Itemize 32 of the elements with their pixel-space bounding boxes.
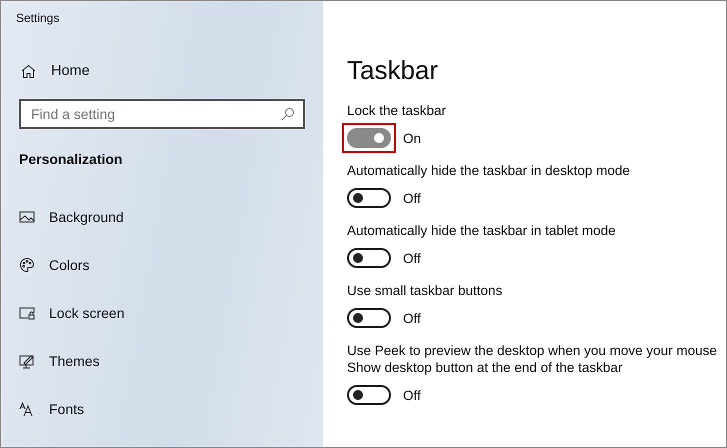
toggle-switch[interactable]: [347, 188, 391, 208]
palette-icon: [19, 257, 35, 273]
setting-label: Use Peek to preview the desktop when you move your mouse: [347, 342, 718, 359]
nav-item[interactable]: Colors: [1, 241, 323, 289]
themes-icon: [19, 353, 35, 369]
setting-label: Automatically hide the taskbar in tablet mode: [347, 222, 617, 239]
page-title: Taskbar: [347, 55, 440, 86]
toggle-state: Off: [403, 388, 421, 402]
fonts-icon: [19, 401, 35, 417]
toggle-switch[interactable]: [347, 385, 391, 405]
search-field[interactable]: Find a setting: [19, 99, 305, 129]
setting-label: Show desktop button at the end of the taskbar: [347, 359, 624, 376]
setting-label: Automatically hide the taskbar in desktop mode: [347, 162, 631, 179]
setting-label: Lock the taskbar: [347, 102, 448, 119]
nav-item[interactable]: Lock screen: [1, 289, 323, 337]
nav-item[interactable]: Themes: [1, 337, 323, 385]
home-link[interactable]: Home: [21, 63, 323, 79]
toggle-state: On: [403, 130, 422, 146]
search-icon: [281, 107, 295, 121]
nav-item[interactable]: Background: [1, 193, 323, 241]
toggle-switch[interactable]: [347, 248, 391, 268]
toggle-state: Off: [403, 250, 421, 266]
image-icon: [19, 209, 35, 225]
home-icon: [21, 64, 36, 78]
window-title: Settings: [16, 11, 60, 25]
setting-label: Use small taskbar buttons: [347, 282, 504, 299]
toggle-state: Off: [403, 310, 421, 326]
section-heading: Personalization: [19, 151, 124, 167]
nav-item[interactable]: Fonts: [1, 385, 323, 433]
lock-screen-icon: [19, 305, 35, 321]
toggle-switch[interactable]: [347, 308, 391, 328]
toggle-state: Off: [403, 190, 421, 206]
